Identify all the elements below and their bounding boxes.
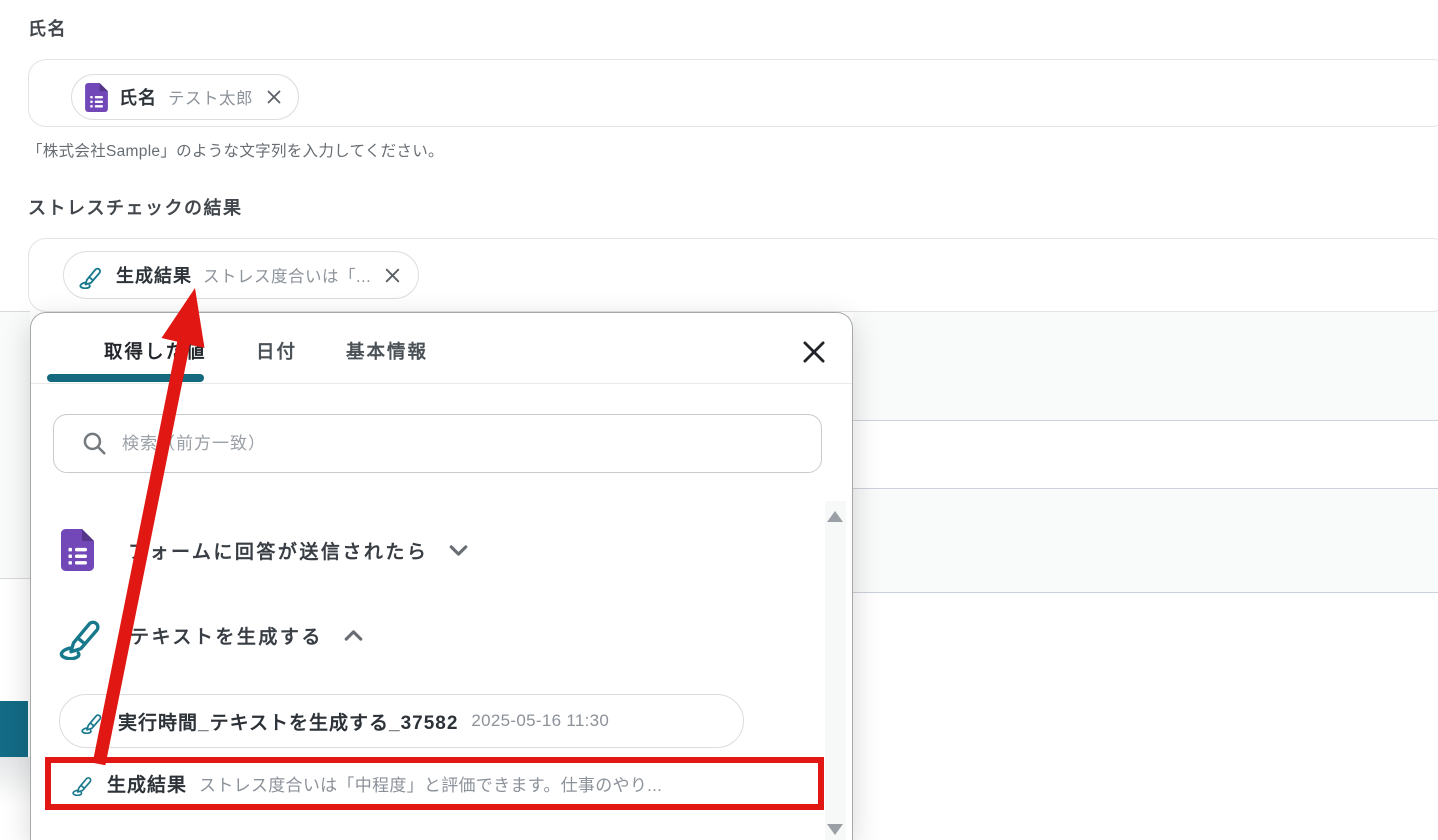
scroll-down-icon[interactable] [827, 824, 843, 835]
background-section-row [0, 311, 30, 579]
chip-label: 氏名 [119, 88, 157, 108]
remove-chip-icon[interactable] [382, 265, 403, 286]
tab-basic-info[interactable]: 基本情報 [346, 338, 428, 364]
tab-acquired-values[interactable]: 取得した値 [104, 338, 207, 364]
generate-text-icon [80, 709, 105, 734]
tab-divider [31, 383, 852, 384]
remove-chip-icon[interactable] [264, 87, 284, 107]
chevron-down-icon[interactable] [446, 538, 471, 563]
item-value: 2025-05-16 11:30 [471, 711, 610, 730]
group-label: テキストを生成する [130, 626, 323, 648]
value-picker-popup: 取得した値 日付 基本情報 フォームに回答が送信されたら [30, 312, 853, 840]
generate-text-icon [57, 610, 107, 660]
item-value: ストレス度合いは「中程度」と評価できます。仕事のやり... [199, 776, 663, 795]
chip-value: テスト太郎 [168, 90, 253, 108]
name-value-chip[interactable]: 氏名 テスト太郎 [71, 74, 299, 120]
generate-text-group-row[interactable]: テキストを生成する [57, 605, 366, 665]
popup-shadow [0, 757, 30, 805]
generate-text-icon [71, 772, 95, 796]
stress-result-value-chip[interactable]: 生成結果 ストレス度合いは「... [63, 251, 420, 299]
save-button-edge[interactable] [0, 701, 28, 757]
value-item-generated-result-highlighted[interactable]: 生成結果 ストレス度合いは「中程度」と評価できます。仕事のやり... [45, 757, 824, 810]
field-label-stress-result: ストレスチェックの結果 [28, 198, 243, 218]
close-icon[interactable] [799, 337, 829, 367]
item-label: 生成結果 [107, 775, 188, 796]
background-section-row [853, 488, 1438, 593]
chevron-up-icon[interactable] [341, 623, 366, 648]
google-forms-icon [85, 82, 108, 112]
search-box[interactable] [53, 414, 822, 473]
tab-date[interactable]: 日付 [256, 338, 297, 364]
generate-text-icon [78, 262, 105, 289]
google-forms-icon [61, 529, 94, 571]
chip-value: ストレス度合いは「... [203, 268, 372, 286]
group-label: フォームに回答が送信されたら [128, 541, 429, 563]
background-section-row [853, 310, 1438, 421]
name-input-field[interactable]: 氏名 テスト太郎 [28, 59, 1438, 127]
field-label-name: 氏名 [28, 19, 67, 39]
stress-result-input-field[interactable]: 生成結果 ストレス度合いは「... [28, 238, 1438, 312]
search-icon [82, 431, 107, 456]
item-label: 実行時間_テキストを生成する_37582 [118, 712, 459, 734]
search-input[interactable] [120, 432, 821, 455]
scroll-up-icon[interactable] [827, 511, 843, 522]
scrollbar[interactable] [825, 501, 846, 840]
active-tab-underline [47, 374, 204, 382]
chip-label: 生成結果 [116, 266, 192, 286]
value-item-exec-time[interactable]: 実行時間_テキストを生成する_37582 2025-05-16 11:30 [59, 694, 744, 748]
trigger-group-row[interactable]: フォームに回答が送信されたら [61, 527, 471, 573]
screen: 氏名 氏名 テスト太郎 「株式会社Sample」のような文字列を入力してください… [0, 0, 1438, 840]
field-help-text: 「株式会社Sample」のような文字列を入力してください。 [27, 143, 444, 160]
